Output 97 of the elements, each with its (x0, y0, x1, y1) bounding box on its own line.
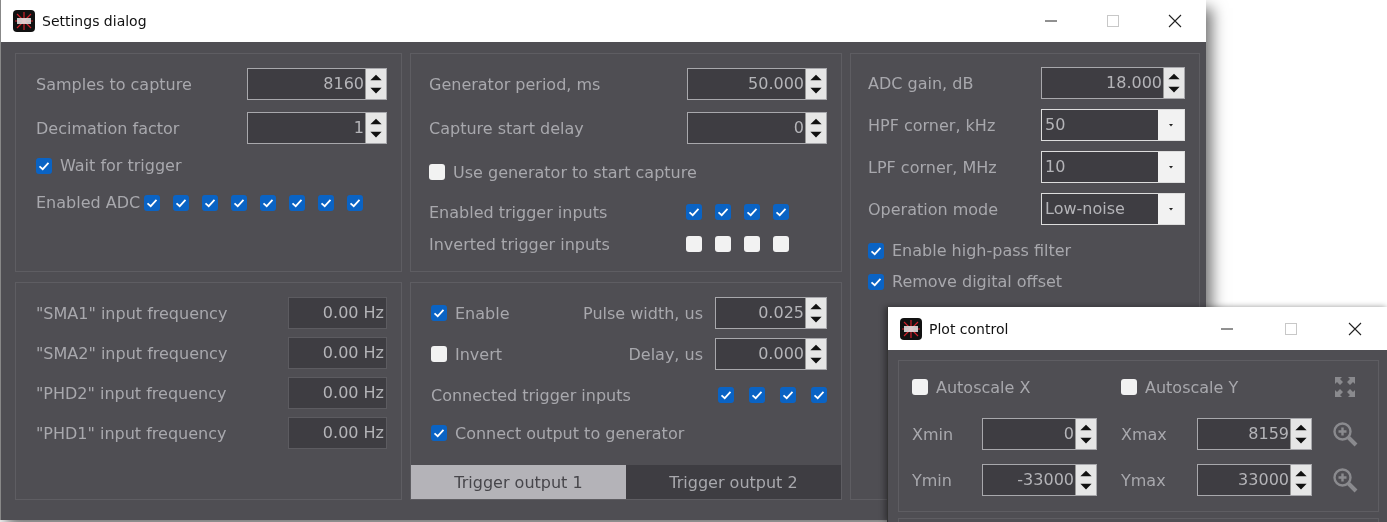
window-title: Settings dialog (42, 13, 148, 29)
spin-arrows-icon[interactable] (1075, 465, 1096, 495)
dropdown[interactable]: Low-noise (1041, 193, 1185, 225)
field-label: Decimation factor (36, 118, 180, 138)
checkbox[interactable] (686, 236, 702, 252)
checkbox[interactable] (811, 387, 827, 403)
checkbox-label: Enable high-pass filter (892, 241, 1072, 260)
checkbox[interactable] (912, 379, 928, 395)
field-label: Pulse width, us (582, 303, 704, 323)
checkbox[interactable] (289, 194, 306, 211)
tab[interactable]: Trigger output 2 (626, 465, 841, 499)
spin-arrows-icon[interactable] (1290, 419, 1311, 449)
checkbox[interactable] (260, 194, 277, 211)
checkbox-label: Connect output to generator (455, 423, 685, 443)
checkbox[interactable] (1121, 379, 1137, 395)
checkbox[interactable] (868, 242, 884, 259)
checkbox-label: Autoscale X (936, 377, 1031, 397)
checkbox-label: Enable (455, 303, 510, 323)
field-label: "PHD1" input frequency (36, 423, 227, 443)
checkbox[interactable] (715, 236, 731, 252)
field-label: Xmax (1121, 424, 1168, 444)
spin-arrows-icon[interactable] (805, 113, 826, 143)
field-label: "SMA1" input frequency (36, 303, 228, 323)
field-label: Ymax (1121, 470, 1167, 490)
dropdown[interactable]: 50 (1041, 109, 1185, 141)
checkbox[interactable] (773, 236, 789, 252)
checkbox[interactable] (773, 204, 789, 220)
checkbox[interactable] (749, 387, 765, 403)
field-label: Ymin (912, 470, 953, 490)
close-icon[interactable] (1168, 14, 1182, 28)
checkbox[interactable] (868, 273, 884, 290)
field-label: "PHD2" input frequency (36, 383, 227, 403)
tab[interactable]: Trigger output 1 (411, 465, 626, 499)
field-label: "SMA2" input frequency (36, 343, 228, 363)
field-label: Capture start delay (429, 118, 584, 138)
spin-arrows-icon[interactable] (805, 69, 826, 99)
number-field[interactable]: 1 (247, 112, 387, 144)
checkbox[interactable] (431, 346, 447, 362)
checkbox-label: Wait for trigger (60, 156, 182, 175)
checkbox[interactable] (686, 204, 702, 220)
number-field[interactable]: 18.000 (1041, 67, 1185, 99)
checkbox[interactable] (202, 194, 219, 211)
field-label: Generator period, ms (429, 74, 601, 94)
checkbox[interactable] (36, 157, 52, 174)
close-icon[interactable] (1348, 321, 1362, 336)
number-field[interactable]: 0 (982, 418, 1097, 450)
checkbox[interactable] (231, 194, 248, 211)
field-label: Connected trigger inputs (431, 385, 631, 405)
readout-field: 0.00 Hz (288, 337, 387, 369)
field-label: Enabled ADC (36, 193, 141, 212)
field-label: ADC gain, dB (868, 73, 974, 93)
field-label: HPF corner, kHz (868, 115, 996, 135)
spin-arrows-icon[interactable] (1163, 68, 1184, 98)
spin-arrows-icon[interactable] (805, 298, 826, 328)
spin-arrows-icon[interactable] (805, 339, 826, 369)
checkbox[interactable] (347, 194, 364, 211)
spin-arrows-icon[interactable] (1290, 465, 1311, 495)
number-field[interactable]: 8159 (1197, 418, 1312, 450)
checkbox-label: Invert (455, 344, 503, 364)
checkbox[interactable] (431, 425, 447, 441)
field-label: Samples to capture (36, 74, 192, 94)
checkbox[interactable] (173, 194, 190, 211)
readout-field: 0.00 Hz (288, 417, 387, 449)
field-label: Enabled trigger inputs (429, 202, 608, 222)
field-label: Inverted trigger inputs (429, 234, 610, 254)
number-field[interactable]: 50.000 (687, 68, 827, 100)
number-field[interactable]: 0 (687, 112, 827, 144)
field-label: LPF corner, MHz (868, 157, 997, 177)
app-logo-icon (900, 317, 922, 340)
app-logo-icon (13, 10, 35, 32)
checkbox[interactable] (429, 164, 445, 180)
checkbox[interactable] (144, 194, 161, 211)
checkbox-label: Autoscale Y (1145, 377, 1239, 397)
window-title: Plot control (929, 320, 1010, 337)
number-field[interactable]: 0.000 (715, 338, 827, 370)
number-field[interactable]: -33000 (982, 464, 1097, 496)
field-label: Operation mode (868, 199, 999, 219)
number-field[interactable]: 33000 (1197, 464, 1312, 496)
number-field[interactable]: 8160 (247, 68, 387, 100)
checkbox[interactable] (744, 236, 760, 252)
checkbox[interactable] (718, 387, 734, 403)
number-field[interactable]: 0.025 (715, 297, 827, 329)
checkbox-label: Use generator to start capture (453, 162, 697, 182)
checkbox[interactable] (715, 204, 731, 220)
spin-arrows-icon[interactable] (1075, 419, 1096, 449)
field-label: Delay, us (627, 344, 704, 364)
checkbox[interactable] (780, 387, 796, 403)
spin-arrows-icon[interactable] (365, 69, 386, 99)
checkbox[interactable] (318, 194, 335, 211)
checkbox-label: Remove digital offset (892, 272, 1063, 291)
field-label: Xmin (912, 424, 955, 444)
checkbox[interactable] (744, 204, 760, 220)
readout-field: 0.00 Hz (288, 297, 387, 329)
checkbox[interactable] (431, 305, 447, 321)
dropdown[interactable]: 10 (1041, 151, 1185, 183)
spin-arrows-icon[interactable] (365, 113, 386, 143)
readout-field: 0.00 Hz (288, 377, 387, 409)
